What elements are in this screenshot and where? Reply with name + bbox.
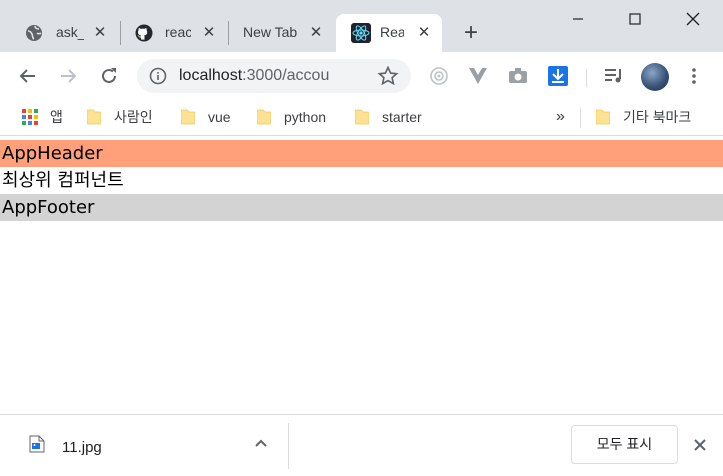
chevron-double-right-icon: » [556,108,565,125]
tab-new-tab[interactable]: New Tab ✕ [230,14,334,52]
download-extension-icon[interactable] [547,65,569,87]
shelf-divider [288,423,289,469]
bookmark-star-icon[interactable] [377,65,399,87]
close-tab-icon[interactable]: ✕ [90,23,110,43]
folder-icon [257,109,271,125]
bookmark-folder-saramin[interactable]: 사람인 [87,106,153,128]
forward-button[interactable] [54,62,82,90]
download-shelf: 11.jpg 모두 표시 [0,414,723,476]
bookmark-label: vue [208,109,231,125]
folder-icon [181,109,195,125]
download-file-name[interactable]: 11.jpg [62,439,102,456]
apps-grid-icon [22,109,38,125]
bookmark-folder-vue[interactable]: vue [181,106,231,128]
bookmark-label: python [284,109,327,125]
reload-button[interactable] [95,62,123,90]
screenshot-camera-icon[interactable] [507,65,529,87]
close-tab-icon[interactable]: ✕ [414,23,434,43]
tab-title: ask_ [56,24,84,40]
url-path: :3000/accou [242,67,330,84]
app-main-text: 최상위 컴퍼넌트 [2,170,124,191]
github-icon [135,24,153,42]
chevron-up-icon[interactable] [252,435,270,453]
url-text[interactable]: localhost:3000/accou [179,67,369,85]
react-icon [351,23,371,43]
folder-icon [87,109,101,125]
menu-button[interactable] [680,62,708,90]
profile-avatar[interactable] [641,63,669,91]
web-content: AppHeader 최상위 컴퍼넌트 AppFooter [0,137,723,414]
extension-camera-lens-icon[interactable] [428,65,450,87]
minimize-button[interactable] [550,0,606,38]
bookmark-folder-other[interactable]: 기타 북마크 [596,106,691,128]
back-button[interactable] [14,62,42,90]
globe-icon [26,25,42,41]
kebab-menu-icon [692,68,696,84]
minimize-icon [573,18,583,20]
maximize-button[interactable] [607,0,663,38]
bookmark-label: starter [382,109,422,125]
bookmark-label: 사람인 [114,109,153,125]
toolbar-divider [586,69,587,87]
app-footer: AppFooter [0,194,723,221]
address-bar[interactable]: localhost:3000/accou [137,59,411,93]
close-tab-icon[interactable]: ✕ [199,23,219,43]
bookmark-label: 기타 북마크 [623,109,692,125]
arrow-right-icon [61,69,77,83]
url-host: localhost [179,67,243,84]
bookmark-label: 앱 [50,109,63,125]
tab-react-active[interactable]: Rea ✕ [336,14,442,52]
app-header: AppHeader [0,140,723,167]
maximize-icon [629,13,641,25]
browser-toolbar: localhost:3000/accou [0,52,723,99]
show-all-button[interactable]: 모두 표시 [571,425,678,464]
bookmarks-overflow-button[interactable]: » [556,106,565,128]
folder-icon [355,109,369,125]
bookmark-apps[interactable]: 앱 [22,106,63,128]
tab-ask[interactable]: ask_ ✕ [0,14,117,52]
folder-icon [596,109,610,125]
tab-divider [120,21,121,45]
tab-title: New Tab [243,24,298,40]
bookmark-folder-starter[interactable]: starter [355,106,422,128]
bookmark-folder-python[interactable]: python [257,106,326,128]
tab-strip: ask_ ✕ reac ✕ New Tab ✕ Rea ✕ + [0,0,723,52]
arrow-left-icon [19,69,35,83]
new-tab-button[interactable]: + [458,21,484,47]
window-close-button[interactable] [665,0,721,38]
tab-react-github[interactable]: reac ✕ [122,14,226,52]
close-icon[interactable] [690,435,710,455]
vue-devtools-icon[interactable] [467,65,489,87]
bookmarks-divider [580,108,581,128]
reload-icon [102,68,116,83]
bookmarks-bar: 앱 사람인 vue python starter » 기타 북마크 [0,99,723,136]
image-file-icon[interactable] [29,435,45,453]
media-playlist-icon[interactable] [603,65,625,87]
tab-title: reac [165,24,191,40]
tab-divider [228,21,229,45]
close-tab-icon[interactable]: ✕ [306,23,326,43]
tab-title: Rea [380,24,404,40]
info-icon[interactable] [149,67,167,85]
close-icon [686,12,700,26]
